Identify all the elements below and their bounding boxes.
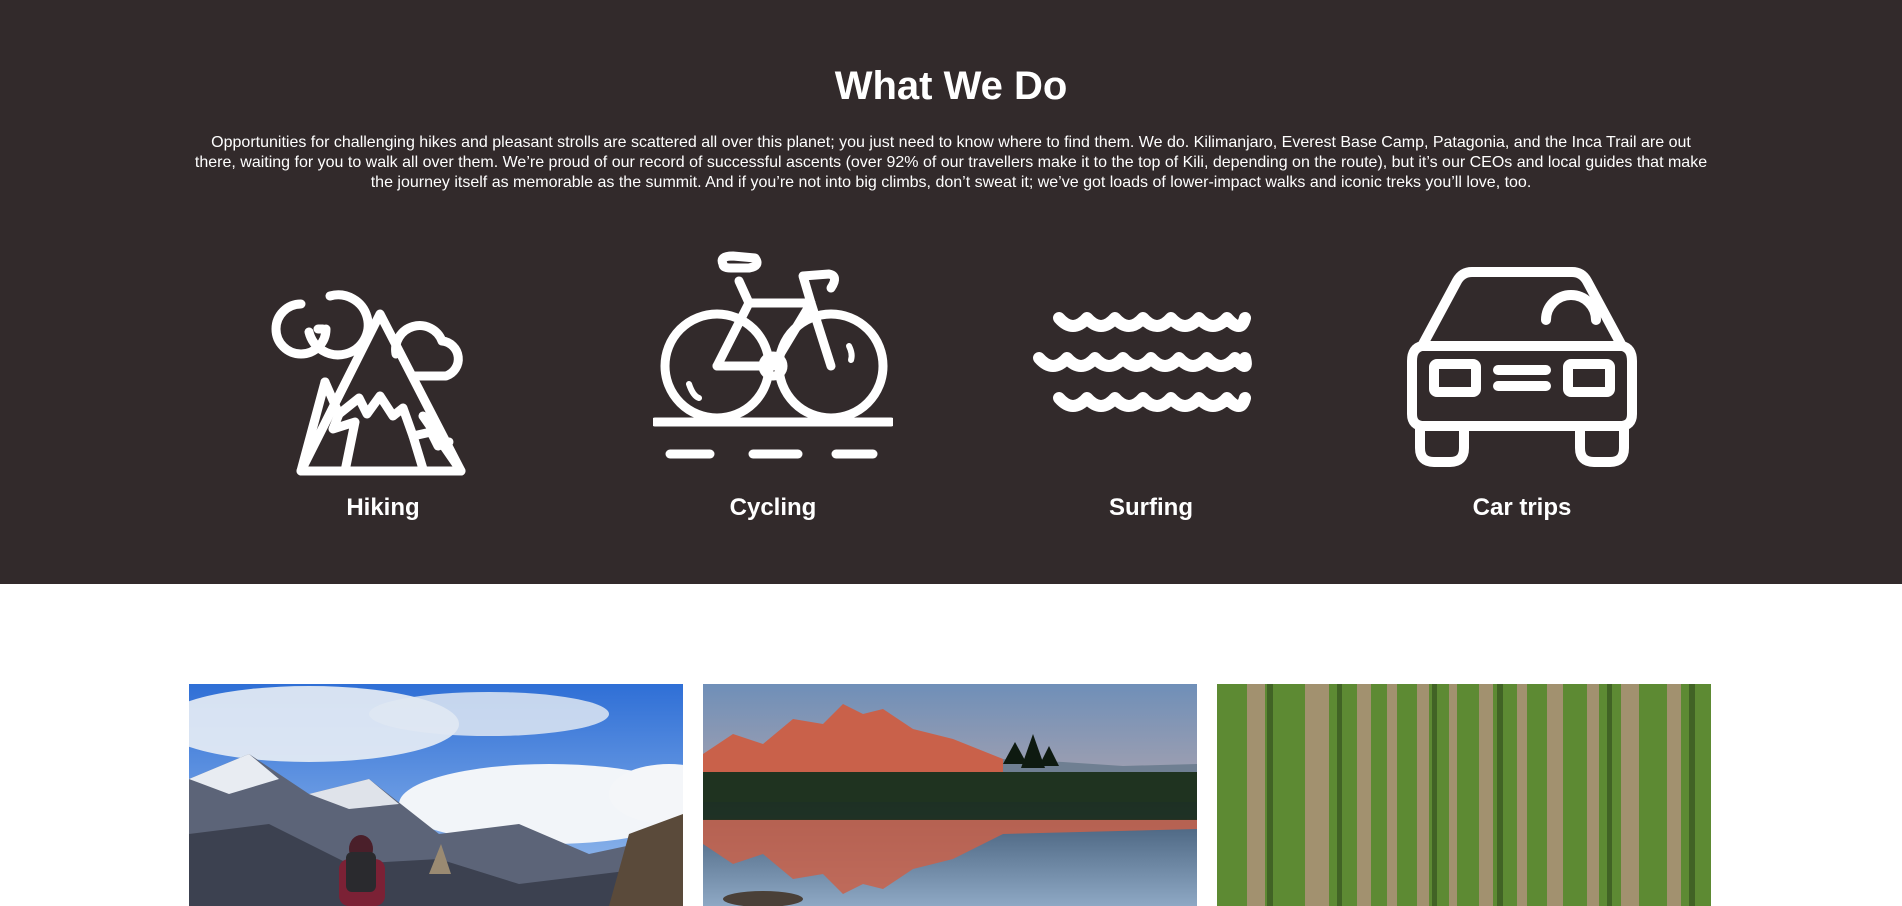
mountain-icon bbox=[271, 290, 466, 476]
activity-label-car-trips: Car trips bbox=[1472, 494, 1572, 521]
activity-surfing[interactable]: Surfing bbox=[951, 236, 1351, 521]
gallery-photo-forest[interactable] bbox=[1217, 684, 1711, 906]
mountain-lake-reflection-photo bbox=[703, 684, 1197, 906]
activity-label-cycling: Cycling bbox=[729, 494, 817, 521]
gallery-photo-lake[interactable] bbox=[703, 684, 1197, 906]
what-we-do-section: What We Do Opportunities for challenging… bbox=[0, 0, 1902, 584]
activity-cycling[interactable]: Cycling bbox=[573, 236, 973, 521]
waves-icon bbox=[1033, 312, 1252, 412]
bicycle-icon bbox=[653, 251, 893, 459]
activity-label-hiking: Hiking bbox=[346, 494, 420, 521]
activity-car-trips[interactable]: Car trips bbox=[1322, 236, 1722, 521]
hiker-mountains-photo bbox=[189, 684, 683, 906]
gallery-photo-hiker[interactable] bbox=[189, 684, 683, 906]
activity-hiking[interactable]: Hiking bbox=[183, 236, 583, 521]
forest-trees-photo bbox=[1217, 684, 1711, 906]
car-icon bbox=[1407, 267, 1637, 467]
activity-label-surfing: Surfing bbox=[1109, 494, 1193, 521]
section-description: Opportunities for challenging hikes and … bbox=[194, 134, 1708, 191]
section-title: What We Do bbox=[834, 64, 1068, 108]
